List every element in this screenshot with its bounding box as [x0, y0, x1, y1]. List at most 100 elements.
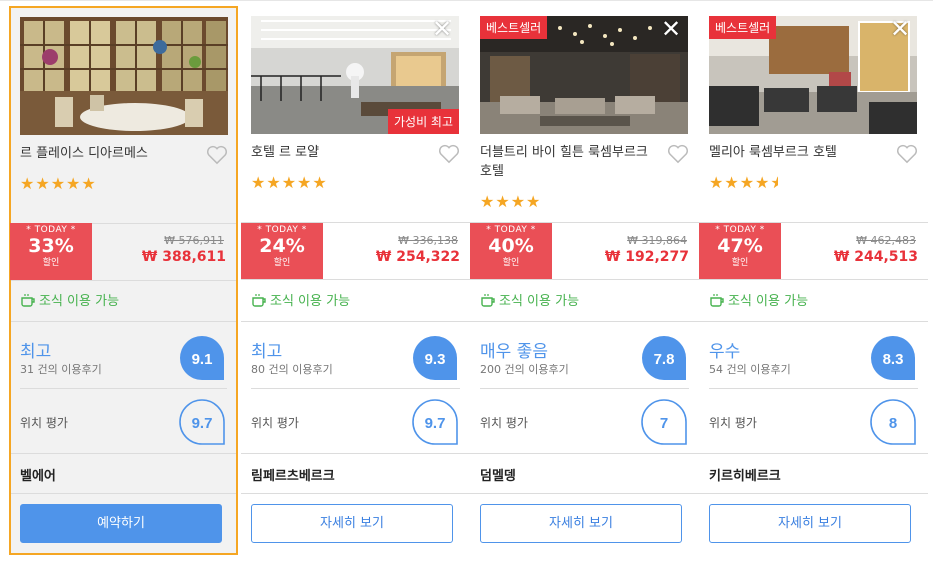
- divider: [470, 279, 699, 280]
- city-name: 키르히베르크: [709, 469, 781, 484]
- divider: [241, 321, 470, 322]
- breakfast-info: 조식 이용 가능: [709, 290, 808, 309]
- location-label: 위치 평가: [20, 416, 68, 430]
- score-badge: 8.3: [871, 336, 915, 380]
- svg-text:9.7: 9.7: [192, 415, 213, 432]
- svg-text:8.3: 8.3: [883, 351, 904, 368]
- hotel-card-selected[interactable]: 르 플레이스 디아르메스 ★★★★★ * TODAY * 33% 할인 ₩ 57…: [9, 6, 238, 555]
- sale-price: ₩ 254,322: [375, 249, 460, 265]
- sale-price: ₩ 244,513: [833, 249, 918, 265]
- hotel-name[interactable]: 호텔 르 로얄: [251, 143, 426, 162]
- book-button[interactable]: 예약하기: [20, 504, 222, 543]
- location-label: 위치 평가: [480, 416, 528, 430]
- bestseller-badge: 베스트셀러: [709, 16, 777, 39]
- star-rating: ★★★★★: [251, 173, 328, 192]
- divider: [699, 321, 928, 322]
- top-divider: [0, 0, 933, 1]
- svg-text:9.7: 9.7: [425, 415, 446, 432]
- hotel-photo[interactable]: 가성비 최고 ✕: [251, 16, 459, 134]
- divider: [11, 453, 236, 454]
- hotel-photo[interactable]: 베스트셀러 ✕: [480, 16, 688, 134]
- original-price: ₩ 462,483: [856, 234, 916, 247]
- original-price: ₩ 319,864: [627, 234, 687, 247]
- divider: [699, 279, 928, 280]
- today-discount-badge: * TODAY * 40% 할인: [470, 223, 552, 280]
- hotel-card[interactable]: 베스트셀러 ✕ 멜리아 룩셈부르크 호텔 ★★★★★ * TODAY * 47%…: [699, 6, 928, 555]
- divider: [251, 388, 460, 389]
- hotel-name[interactable]: 멜리아 룩셈부르크 호텔: [709, 143, 884, 162]
- sale-price: ₩ 388,611: [141, 249, 226, 265]
- hotel-photo[interactable]: [20, 17, 228, 135]
- coffee-cup-icon: [710, 294, 724, 307]
- rating-label: 최고: [20, 342, 52, 362]
- hotel-card[interactable]: 가성비 최고 ✕ 호텔 르 로얄 ★★★★★ * TODAY * 24% 할인 …: [241, 6, 470, 555]
- review-count[interactable]: 80 건의 이용후기: [251, 361, 333, 377]
- hotel-comparison: 르 플레이스 디아르메스 ★★★★★ * TODAY * 33% 할인 ₩ 57…: [0, 0, 933, 572]
- divider: [11, 321, 236, 322]
- original-price: ₩ 576,911: [164, 234, 224, 247]
- svg-text:7: 7: [660, 415, 668, 432]
- location-score-badge: 9.7: [179, 399, 225, 445]
- value-badge: 가성비 최고: [387, 109, 459, 134]
- review-count[interactable]: 31 건의 이용후기: [20, 361, 102, 377]
- coffee-cup-icon: [252, 294, 266, 307]
- svg-text:9.1: 9.1: [192, 351, 213, 368]
- location-label: 위치 평가: [251, 416, 299, 430]
- location-score-badge: 8: [870, 399, 916, 445]
- svg-text:7.8: 7.8: [654, 351, 675, 368]
- close-icon[interactable]: ✕: [889, 17, 911, 41]
- review-count[interactable]: 200 건의 이용후기: [480, 361, 569, 377]
- svg-text:8: 8: [889, 415, 897, 432]
- divider: [241, 453, 470, 454]
- divider: [470, 493, 699, 494]
- heart-icon[interactable]: [667, 144, 689, 164]
- city-name: 림페르츠베르크: [251, 469, 335, 484]
- coffee-cup-icon: [481, 294, 495, 307]
- svg-text:9.3: 9.3: [425, 351, 446, 368]
- city-name: 덤멜뎅: [480, 469, 516, 484]
- today-discount-badge: * TODAY * 47% 할인: [699, 223, 781, 280]
- location-label: 위치 평가: [709, 416, 757, 430]
- divider: [241, 493, 470, 494]
- rating-label: 우수: [709, 342, 741, 362]
- location-score-badge: 7: [641, 399, 687, 445]
- divider: [699, 493, 928, 494]
- divider: [241, 279, 470, 280]
- breakfast-info: 조식 이용 가능: [480, 290, 579, 309]
- star-rating: ★★★★★: [20, 174, 97, 193]
- hotel-name[interactable]: 르 플레이스 디아르메스: [20, 144, 195, 163]
- heart-icon[interactable]: [896, 144, 918, 164]
- divider: [20, 388, 227, 389]
- divider: [11, 280, 236, 281]
- divider: [480, 388, 689, 389]
- sale-price: ₩ 192,277: [604, 249, 689, 265]
- score-badge: 9.3: [413, 336, 457, 380]
- star-rating: ★★★★★: [709, 173, 778, 192]
- rating-label: 최고: [251, 342, 283, 362]
- heart-icon[interactable]: [438, 144, 460, 164]
- today-discount-badge: * TODAY * 33% 할인: [10, 223, 92, 280]
- coffee-cup-icon: [21, 294, 35, 307]
- location-score-badge: 9.7: [412, 399, 458, 445]
- score-badge: 9.1: [180, 336, 224, 380]
- divider: [11, 493, 236, 494]
- breakfast-info: 조식 이용 가능: [251, 290, 350, 309]
- star-rating: ★★★★: [480, 192, 542, 211]
- details-button[interactable]: 자세히 보기: [709, 504, 911, 543]
- divider: [470, 321, 699, 322]
- hotel-photo[interactable]: 베스트셀러 ✕: [709, 16, 917, 134]
- review-count[interactable]: 54 건의 이용후기: [709, 361, 791, 377]
- breakfast-info: 조식 이용 가능: [20, 290, 119, 309]
- bestseller-badge: 베스트셀러: [480, 16, 548, 39]
- close-icon[interactable]: ✕: [660, 17, 682, 41]
- original-price: ₩ 336,138: [398, 234, 458, 247]
- city-name: 벨에어: [20, 469, 56, 484]
- hotel-card[interactable]: 베스트셀러 ✕ 더블트리 바이 힐튼 룩셈부르크 호텔 ★★★★ * TODAY…: [470, 6, 699, 555]
- close-icon[interactable]: ✕: [431, 17, 453, 41]
- details-button[interactable]: 자세히 보기: [251, 504, 453, 543]
- today-discount-badge: * TODAY * 24% 할인: [241, 223, 323, 280]
- divider: [470, 453, 699, 454]
- heart-icon[interactable]: [206, 145, 228, 165]
- details-button[interactable]: 자세히 보기: [480, 504, 682, 543]
- hotel-name[interactable]: 더블트리 바이 힐튼 룩셈부르크 호텔: [480, 143, 655, 181]
